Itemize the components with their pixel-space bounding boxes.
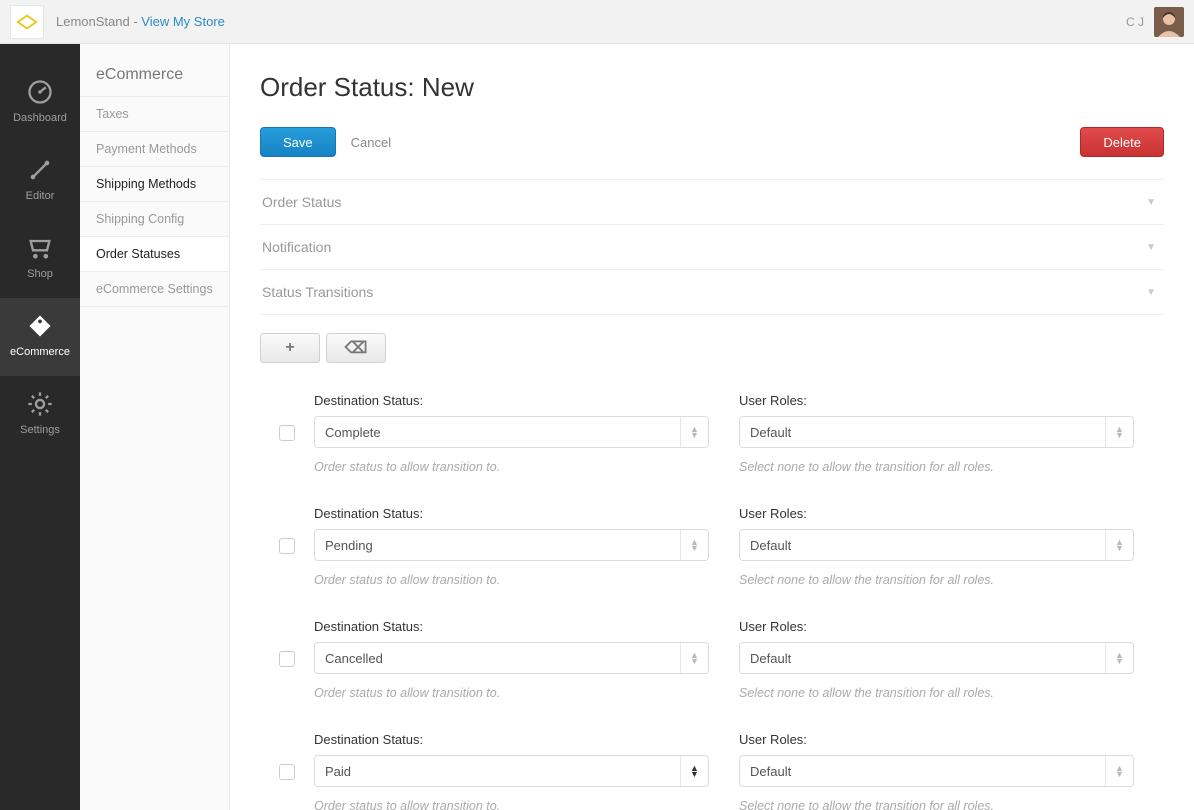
destination-status-select[interactable]: Cancelled ▲▼ [314, 642, 709, 674]
updown-icon: ▲▼ [680, 530, 708, 560]
destination-status-label: Destination Status: [314, 619, 709, 634]
brand-logo[interactable] [10, 5, 44, 39]
user-roles-hint: Select none to allow the transition for … [739, 460, 1134, 474]
user-roles-hint: Select none to allow the transition for … [739, 799, 1134, 810]
remove-transition-button[interactable]: ⌫ [326, 333, 386, 363]
nav-ecommerce[interactable]: eCommerce [0, 298, 80, 376]
user-roles-select[interactable]: Default ▲▼ [739, 416, 1134, 448]
destination-status-label: Destination Status: [314, 393, 709, 408]
transition-row: Destination Status: Paid ▲▼ Order status… [260, 722, 1164, 810]
subnav-payment-methods[interactable]: Payment Methods [80, 131, 229, 166]
transitions-list: Destination Status: Complete ▲▼ Order st… [260, 383, 1164, 810]
delete-button[interactable]: Delete [1080, 127, 1164, 157]
sub-nav: eCommerce Taxes Payment Methods Shipping… [80, 44, 230, 810]
destination-status-select[interactable]: Complete ▲▼ [314, 416, 709, 448]
row-checkbox[interactable] [279, 425, 295, 441]
page-actions: Save Cancel Delete [260, 127, 1164, 157]
page-title: Order Status: New [260, 72, 1164, 103]
brand-title: LemonStand - View My Store [56, 14, 225, 29]
transition-row: Destination Status: Cancelled ▲▼ Order s… [260, 609, 1164, 722]
main-nav: Dashboard Editor Shop eCommerce Settings [0, 44, 80, 810]
view-store-link[interactable]: View My Store [141, 14, 225, 29]
chevron-down-icon: ▼ [1146, 287, 1156, 298]
user-initials: C J [1126, 15, 1144, 29]
transition-row: Destination Status: Pending ▲▼ Order sta… [260, 496, 1164, 609]
row-checkbox[interactable] [279, 651, 295, 667]
accordion-notification[interactable]: Notification ▼ [260, 225, 1164, 270]
accordion-order-status[interactable]: Order Status ▼ [260, 180, 1164, 225]
user-roles-select[interactable]: Default ▲▼ [739, 529, 1134, 561]
destination-status-select[interactable]: Pending ▲▼ [314, 529, 709, 561]
brand-name: LemonStand [56, 14, 130, 29]
updown-icon: ▲▼ [1105, 530, 1133, 560]
chevron-down-icon: ▼ [1146, 242, 1156, 253]
user-roles-label: User Roles: [739, 619, 1134, 634]
user-roles-label: User Roles: [739, 506, 1134, 521]
user-roles-hint: Select none to allow the transition for … [739, 686, 1134, 700]
subnav-shipping-methods[interactable]: Shipping Methods [80, 166, 229, 201]
main-content: Order Status: New Save Cancel Delete Ord… [230, 44, 1194, 810]
updown-icon: ▲▼ [680, 643, 708, 673]
backspace-icon: ⌫ [345, 338, 368, 358]
nav-settings[interactable]: Settings [0, 376, 80, 454]
chevron-down-icon: ▼ [1146, 197, 1156, 208]
wrench-icon [26, 156, 54, 184]
user-roles-select[interactable]: Default ▲▼ [739, 755, 1134, 787]
user-roles-label: User Roles: [739, 393, 1134, 408]
row-checkbox[interactable] [279, 538, 295, 554]
user-roles-label: User Roles: [739, 732, 1134, 747]
destination-status-label: Destination Status: [314, 732, 709, 747]
nav-editor[interactable]: Editor [0, 142, 80, 220]
save-button[interactable]: Save [260, 127, 336, 157]
destination-hint: Order status to allow transition to. [314, 686, 709, 700]
updown-icon: ▲▼ [1105, 417, 1133, 447]
gauge-icon [26, 78, 54, 106]
transitions-toolbar: + ⌫ [260, 333, 1164, 363]
subnav-ecommerce-settings[interactable]: eCommerce Settings [80, 271, 229, 307]
subnav-shipping-config[interactable]: Shipping Config [80, 201, 229, 236]
updown-icon: ▲▼ [1105, 643, 1133, 673]
avatar[interactable] [1154, 7, 1184, 37]
lemonstand-icon [16, 11, 38, 33]
tag-icon [26, 312, 54, 340]
updown-icon: ▲▼ [1105, 756, 1133, 786]
updown-icon: ▲▼ [680, 417, 708, 447]
destination-hint: Order status to allow transition to. [314, 799, 709, 810]
cancel-button[interactable]: Cancel [336, 127, 406, 157]
nav-dashboard[interactable]: Dashboard [0, 64, 80, 142]
updown-icon: ▲▼ [680, 756, 708, 786]
gear-icon [26, 390, 54, 418]
destination-hint: Order status to allow transition to. [314, 460, 709, 474]
subnav-taxes[interactable]: Taxes [80, 96, 229, 131]
cart-icon [26, 234, 54, 262]
transition-row: Destination Status: Complete ▲▼ Order st… [260, 383, 1164, 496]
destination-status-label: Destination Status: [314, 506, 709, 521]
destination-hint: Order status to allow transition to. [314, 573, 709, 587]
user-roles-select[interactable]: Default ▲▼ [739, 642, 1134, 674]
add-transition-button[interactable]: + [260, 333, 320, 363]
row-checkbox[interactable] [279, 764, 295, 780]
accordion-status-transitions[interactable]: Status Transitions ▼ [260, 270, 1164, 315]
nav-shop[interactable]: Shop [0, 220, 80, 298]
subnav-title: eCommerce [80, 44, 229, 96]
destination-status-select[interactable]: Paid ▲▼ [314, 755, 709, 787]
plus-icon: + [285, 339, 294, 357]
accordion: Order Status ▼ Notification ▼ Status Tra… [260, 179, 1164, 315]
avatar-image [1154, 7, 1184, 37]
subnav-order-statuses[interactable]: Order Statuses [80, 236, 229, 271]
user-roles-hint: Select none to allow the transition for … [739, 573, 1134, 587]
topbar: LemonStand - View My Store C J [0, 0, 1194, 44]
